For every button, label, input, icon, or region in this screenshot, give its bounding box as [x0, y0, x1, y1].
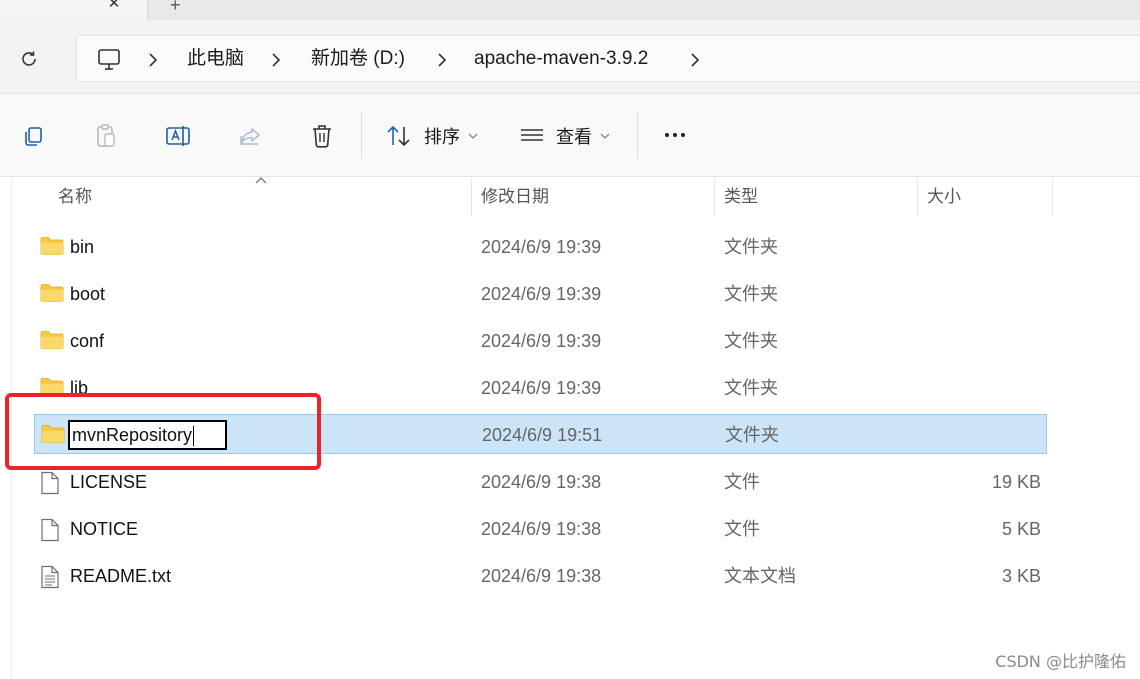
more-options-button[interactable] [660, 125, 690, 145]
refresh-button[interactable] [14, 46, 44, 72]
file-row[interactable]: NOTICE 2024/6/9 19:38 文件 5 KB [34, 509, 1047, 549]
text-file-icon [41, 565, 59, 589]
file-modified: 2024/6/9 19:39 [481, 284, 602, 304]
watermark: CSDN @比护隆佑 [995, 652, 1126, 671]
breadcrumb-chevron-icon[interactable] [434, 36, 450, 83]
file-row[interactable]: boot 2024/6/9 19:39 文件夹 [34, 274, 1047, 314]
file-size: 19 KB [991, 472, 1041, 492]
copy-icon [25, 127, 42, 146]
folder-icon [40, 331, 64, 349]
file-icon [41, 518, 59, 542]
file-size: 5 KB [1001, 519, 1041, 539]
file-name: lib [70, 378, 89, 398]
rename-icon [166, 126, 190, 146]
file-row[interactable]: conf 2024/6/9 19:39 文件夹 [34, 321, 1047, 361]
file-row[interactable]: bin 2024/6/9 19:39 文件夹 [34, 227, 1047, 267]
folder-icon [40, 378, 64, 396]
folder-icon [41, 425, 65, 443]
file-name: NOTICE [70, 519, 139, 539]
refresh-icon [22, 51, 36, 66]
file-row[interactable]: lib 2024/6/9 19:39 文件夹 [34, 368, 1047, 408]
sort-icon [387, 125, 410, 147]
file-row[interactable]: README.txt 2024/6/9 19:38 文本文档 3 KB [34, 556, 1047, 596]
tab-current[interactable]: ✕ [0, 0, 148, 20]
file-modified: 2024/6/9 19:39 [481, 378, 602, 398]
breadcrumb-item-this-pc[interactable]: 此电脑 [187, 36, 244, 83]
file-size: 3 KB [1001, 566, 1041, 586]
file-type: 文件夹 [724, 331, 778, 351]
column-divider[interactable] [471, 178, 472, 216]
toolbar-divider [637, 111, 638, 159]
file-type: 文件夹 [725, 425, 779, 445]
command-bar: 排序 查看 [0, 95, 1140, 177]
file-type: 文件夹 [724, 284, 778, 304]
file-name: bin [70, 237, 95, 257]
tab-close-icon[interactable]: ✕ [104, 0, 124, 14]
new-tab-icon[interactable]: + [170, 0, 181, 14]
pane-border [11, 178, 12, 679]
delete-button[interactable] [307, 121, 337, 151]
column-header-size[interactable]: 大小 [927, 178, 961, 216]
file-modified: 2024/6/9 19:39 [481, 331, 602, 351]
share-button[interactable] [236, 121, 266, 151]
more-icon [665, 133, 669, 137]
file-name: README.txt [70, 566, 172, 586]
breadcrumb-chevron-icon[interactable] [687, 36, 703, 83]
view-button[interactable]: 查看 [520, 121, 610, 151]
text-caret [193, 426, 195, 447]
column-divider[interactable] [917, 178, 918, 216]
column-header-name[interactable]: 名称 [58, 178, 92, 216]
column-header-modified[interactable]: 修改日期 [481, 178, 549, 216]
this-pc-icon[interactable] [97, 48, 121, 72]
file-row[interactable]: LICENSE 2024/6/9 19:38 文件 19 KB [34, 462, 1047, 502]
file-type: 文件夹 [724, 237, 778, 257]
rename-input-value: mvnRepository [72, 425, 193, 445]
column-header-type[interactable]: 类型 [724, 178, 758, 216]
file-type: 文本文档 [724, 566, 796, 586]
chevron-down-icon [600, 133, 610, 139]
sort-label: 排序 [424, 127, 460, 147]
sort-button[interactable]: 排序 [386, 121, 478, 151]
breadcrumb-chevron-icon[interactable] [268, 36, 284, 83]
folder-icon [40, 237, 64, 255]
file-row-selected[interactable]: mvnRepository 2024/6/9 19:51 文件夹 [34, 414, 1047, 454]
file-type: 文件夹 [724, 378, 778, 398]
paste-icon [97, 124, 115, 147]
chevron-down-icon [468, 133, 478, 139]
share-icon [240, 128, 260, 145]
address-bar[interactable]: 此电脑 新加卷 (D:) apache-maven-3.9.2 [76, 35, 1140, 82]
file-name: conf [70, 331, 105, 351]
file-modified: 2024/6/9 19:38 [481, 566, 602, 586]
view-icon [521, 129, 543, 141]
file-modified: 2024/6/9 19:39 [481, 237, 602, 257]
rename-button[interactable] [163, 121, 193, 151]
delete-icon [313, 125, 331, 148]
paste-button[interactable] [91, 121, 121, 151]
file-type: 文件 [724, 472, 760, 492]
copy-button[interactable] [18, 121, 48, 151]
breadcrumb-item-maven[interactable]: apache-maven-3.9.2 [474, 36, 648, 83]
file-modified: 2024/6/9 19:51 [482, 425, 603, 445]
folder-icon [40, 284, 64, 302]
file-type: 文件 [724, 519, 760, 539]
breadcrumb-chevron-icon[interactable] [145, 36, 161, 83]
view-label: 查看 [556, 127, 592, 147]
file-name: boot [70, 284, 106, 304]
tab-strip: ✕ + [0, 0, 1140, 20]
navigation-bar: 此电脑 新加卷 (D:) apache-maven-3.9.2 [0, 20, 1140, 94]
file-icon [41, 471, 59, 495]
toolbar-divider [361, 111, 362, 159]
column-divider[interactable] [1052, 178, 1053, 216]
sort-ascending-icon [255, 177, 267, 184]
breadcrumb-item-drive-d[interactable]: 新加卷 (D:) [311, 36, 405, 83]
file-modified: 2024/6/9 19:38 [481, 472, 602, 492]
file-modified: 2024/6/9 19:38 [481, 519, 602, 539]
file-name: LICENSE [70, 472, 148, 492]
rename-input[interactable]: mvnRepository [68, 420, 227, 450]
column-divider[interactable] [714, 178, 715, 216]
